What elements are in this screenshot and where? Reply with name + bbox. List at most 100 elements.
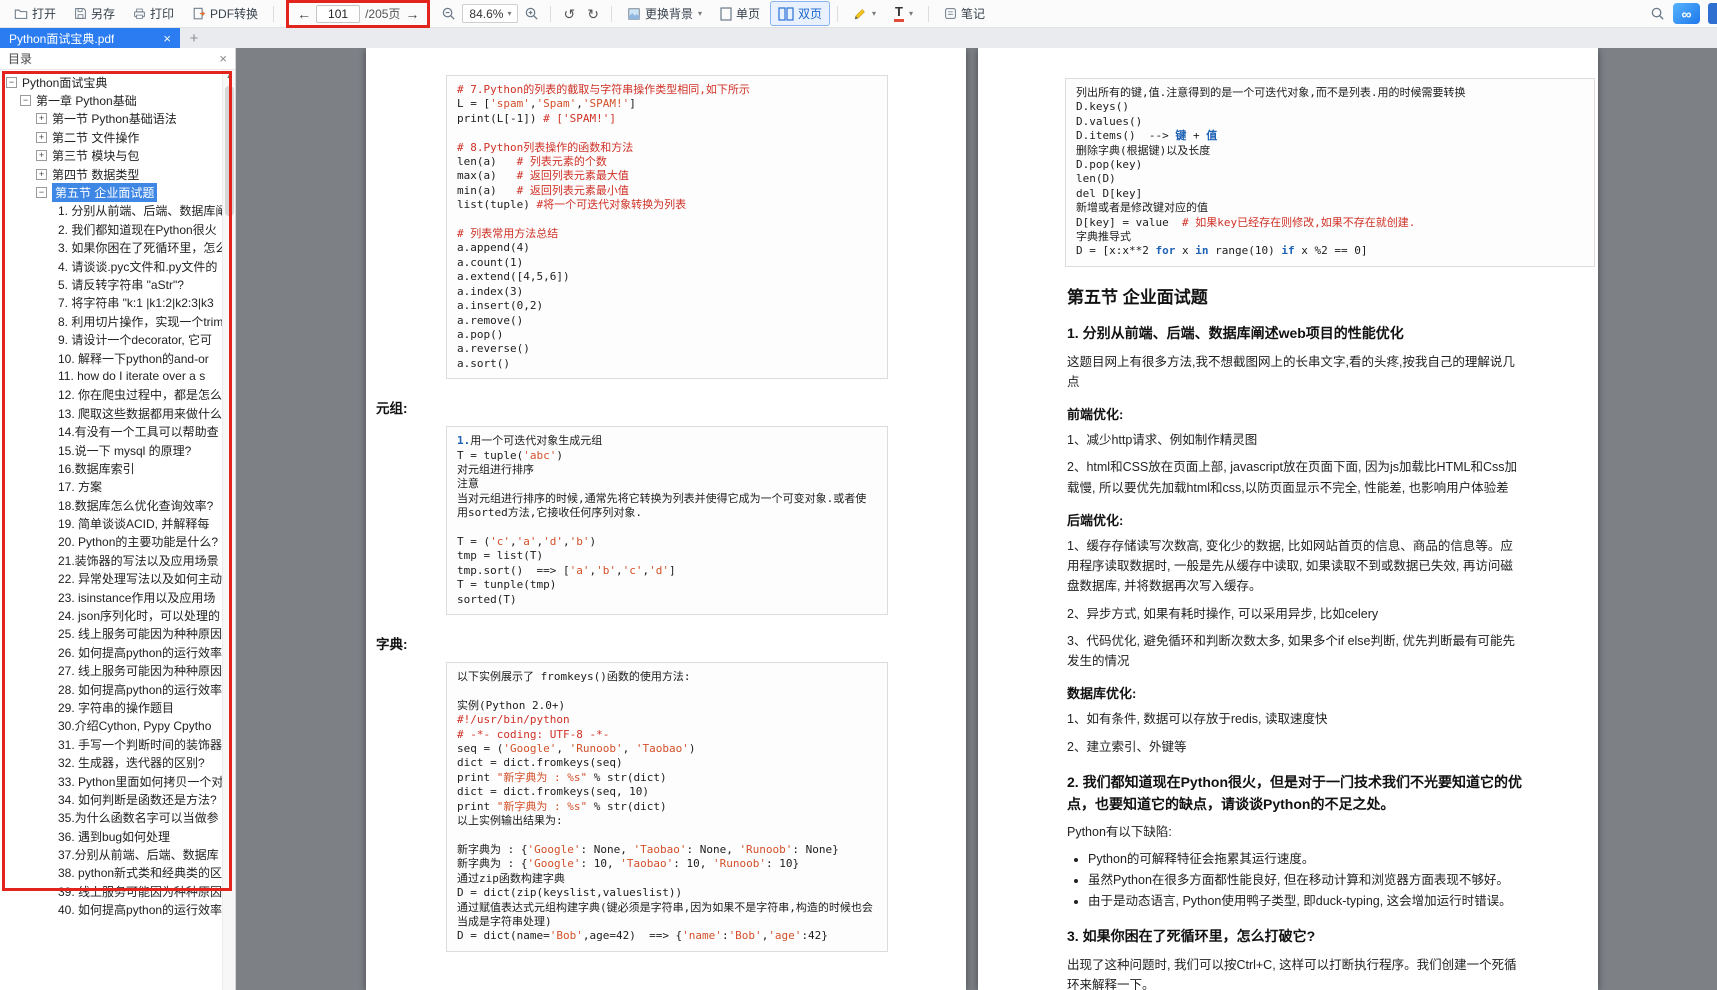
chevron-down-icon: ▾ [507,9,511,18]
toc-item[interactable]: 21.装饰器的写法以及应用场景 [0,551,222,569]
open-button[interactable]: 打开 [6,1,64,26]
toc-item[interactable]: 10. 解释一下python的and-or [0,349,222,367]
document-view[interactable]: # 7.Python的列表的截取与字符串操作类型相同,如下所示L = ['spa… [236,48,1717,990]
print-button[interactable]: 打印 [125,1,182,26]
paragraph: 1、缓存存储读写次数高, 变化少的数据, 比如网站首页的信息、商品的信息等。应用… [1067,536,1522,597]
toc-item[interactable]: 17. 方案 [0,478,222,496]
toc-item[interactable]: 37.分别从前端、后端、数据库 [0,845,222,863]
sidebar-scrollbar[interactable]: ▲ [222,70,235,990]
next-page-button[interactable]: → [405,7,419,21]
collapse-icon[interactable]: − [36,187,47,198]
toc-item-label: 第三节 模块与包 [52,147,139,164]
toc-item[interactable]: +第一节 Python基础语法 [0,110,222,128]
toc-item[interactable]: 25. 线上服务可能因为种种原因 [0,625,222,643]
toc-item[interactable]: + 第四节 数据类型 [0,165,222,183]
zoom-in-icon[interactable] [520,2,543,25]
infinity-link-icon[interactable]: ∞ [1673,3,1700,24]
toc-item[interactable]: 39. 线上服务可能因为种种原因 [0,882,222,900]
toc-item[interactable]: 13. 爬取这些数据都用来做什么 [0,404,222,422]
toc-item[interactable]: 12. 你在爬虫过程中，都是怎么 [0,386,222,404]
toc-item[interactable]: −Python面试宝典 [0,73,222,91]
toc-item-label: 18.数据库怎么优化查询效率? [58,497,213,514]
toc-item[interactable]: 34. 如何判断是函数还是方法? [0,790,222,808]
new-tab-button[interactable]: + [180,28,208,48]
print-label: 打印 [150,5,174,22]
chevron-down-icon: ▾ [872,9,876,18]
sidebar-close-icon[interactable]: × [219,51,227,66]
toc-item[interactable]: −第五节 企业面试题 [0,183,222,201]
toc-item[interactable]: 9. 请设计一个decorator, 它可 [0,330,222,348]
document-tab[interactable]: Python面试宝典.pdf × [0,28,180,48]
collapse-icon[interactable]: − [6,77,17,88]
toc-item[interactable]: 7. 将字符串 "k:1 |k1:2|k2:3|k3 [0,294,222,312]
change-background-button[interactable]: 更换背景 ▾ [619,1,710,26]
toc-item[interactable]: 3. 如果你困在了死循环里，怎么 [0,239,222,257]
toc-item[interactable]: 20. Python的主要功能是什么? [0,533,222,551]
toc-item[interactable]: −第一章 Python基础 [0,91,222,109]
toc-item[interactable]: 26. 如何提高python的运行效率 [0,643,222,661]
tab-close-icon[interactable]: × [163,31,171,46]
toc-item-label: 第四节 数据类型 [52,166,139,183]
search-icon[interactable] [1650,6,1665,21]
toc-item[interactable]: 24. json序列化时，可以处理的 [0,606,222,624]
pdf-page-left-content: # 7.Python的列表的截取与字符串操作类型相同,如下所示L = ['spa… [366,48,966,990]
toc-item-label: 13. 爬取这些数据都用来做什么 [58,405,222,422]
undo-icon[interactable]: ↺ [558,7,580,21]
zoom-out-icon[interactable] [437,2,460,25]
folder-open-icon [14,7,28,21]
single-page-button[interactable]: 单页 [712,1,768,26]
toc-item[interactable]: 22. 异常处理写法以及如何主动 [0,570,222,588]
toc-item[interactable]: 16.数据库索引 [0,459,222,477]
toc-item[interactable]: 8. 利用切片操作，实现一个trim [0,312,222,330]
toc-item[interactable]: 38. python新式类和经典类的区 [0,864,222,882]
toc-item[interactable]: 18.数据库怎么优化查询效率? [0,496,222,514]
save-as-button[interactable]: 另存 [66,1,123,26]
toc-item[interactable]: 33. Python里面如何拷贝一个对 [0,772,222,790]
text-tool-button[interactable]: T ▾ [886,1,921,26]
toc-item[interactable]: 15.说一下 mysql 的原理? [0,441,222,459]
double-page-button[interactable]: 双页 [770,1,830,26]
zoom-level-select[interactable]: 84.6% ▾ [462,4,518,23]
toc-item[interactable]: 4. 请谈谈.pyc文件和.py文件的 [0,257,222,275]
notes-button[interactable]: 笔记 [936,1,993,26]
expand-icon[interactable]: + [36,132,47,143]
page-total-label: /205页 [365,5,400,22]
pdf-convert-button[interactable]: PDF转换 [184,1,266,26]
page-number-input[interactable] [316,5,360,23]
expand-icon[interactable]: + [36,113,47,124]
toc-item[interactable]: 31. 手写一个判断时间的装饰器 [0,735,222,753]
toc-item[interactable]: 2. 我们都知道现在Python很火 [0,220,222,238]
scrollbar-thumb[interactable] [225,86,234,216]
toc-item-label: 21.装饰器的写法以及应用场景 [58,552,219,569]
toc-item[interactable]: 27. 线上服务可能因为种种原因 [0,662,222,680]
toc-item[interactable]: 36. 遇到bug如何处理 [0,827,222,845]
collapse-icon[interactable]: − [20,95,31,106]
highlighter-button[interactable]: ▾ [845,3,884,25]
toc-item[interactable]: 40. 如何提高python的运行效率 [0,901,222,919]
toc-item[interactable]: 32. 生成器，迭代器的区别? [0,753,222,771]
change-background-label: 更换背景 [645,5,693,22]
prev-page-button[interactable]: ← [297,7,311,21]
note-icon [944,7,957,20]
toc-item[interactable]: + 第三节 模块与包 [0,147,222,165]
toc-item-label: 25. 线上服务可能因为种种原因 [58,625,222,642]
toc-item-label: 5. 请反转字符串 "aStr"? [58,276,184,293]
toc-item[interactable]: 23. isinstance作用以及应用场 [0,588,222,606]
toc-item-label: 38. python新式类和经典类的区 [58,864,222,881]
toc-item[interactable]: 19. 简单谈谈ACID, 并解释每 [0,514,222,532]
toc-item[interactable]: 14.有没有一个工具可以帮助查 [0,422,222,440]
toc-item[interactable]: 28. 如何提高python的运行效率 [0,680,222,698]
toc-item[interactable]: 1. 分别从前端、后端、数据库阐 [0,202,222,220]
redo-icon[interactable]: ↻ [582,7,604,21]
text-tool-icon: T [894,5,904,22]
toc-item[interactable]: 35.为什么函数名字可以当做参 [0,809,222,827]
toc-tree: −Python面试宝典−第一章 Python基础+第一节 Python基础语法+… [0,72,222,990]
expand-icon[interactable]: + [36,169,47,180]
toc-item[interactable]: 5. 请反转字符串 "aStr"? [0,275,222,293]
scroll-up-icon[interactable]: ▲ [223,70,235,80]
toc-item[interactable]: 30.介绍Cython, Pypy Cpytho [0,717,222,735]
expand-icon[interactable]: + [36,150,47,161]
toc-item[interactable]: +第二节 文件操作 [0,128,222,146]
toc-item[interactable]: 11. how do I iterate over a s [0,367,222,385]
toc-item[interactable]: 29. 字符串的操作题目 [0,698,222,716]
